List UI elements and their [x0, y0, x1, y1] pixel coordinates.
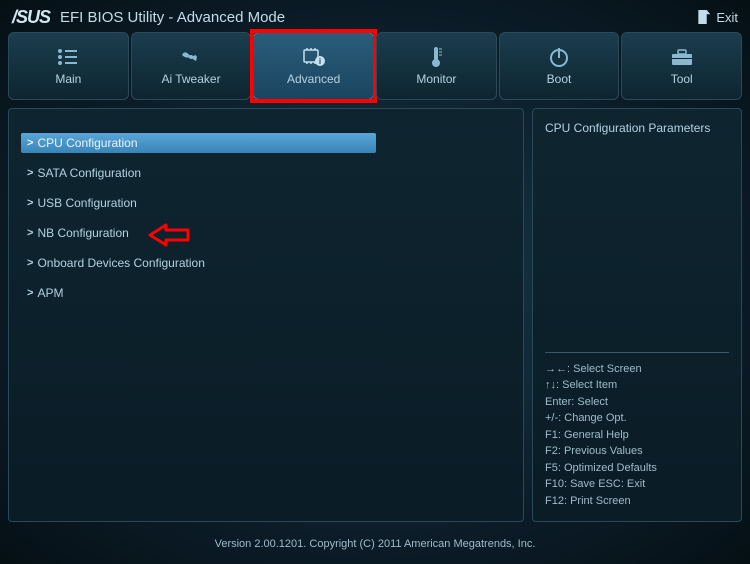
tab-bar: Main Ai Tweaker i Advanced Monitor Boot …: [0, 32, 750, 100]
svg-text:i: i: [319, 57, 321, 66]
tab-label: Advanced: [287, 72, 340, 86]
list-icon: [56, 46, 80, 68]
menu-label: CPU Configuration: [37, 136, 137, 150]
help-box: CPU Configuration Parameters →←: Select …: [532, 108, 742, 522]
tab-main[interactable]: Main: [8, 32, 129, 100]
menu-label: SATA Configuration: [37, 166, 141, 180]
help-panel: CPU Configuration Parameters →←: Select …: [532, 108, 742, 522]
menu-sata-configuration[interactable]: > SATA Configuration: [21, 163, 376, 183]
menu-nb-configuration[interactable]: > NB Configuration: [21, 223, 376, 243]
asus-logo: /SUS: [12, 7, 50, 28]
help-title: CPU Configuration Parameters: [545, 121, 729, 135]
chevron-right-icon: >: [27, 167, 33, 179]
help-key-line: +/-: Change Opt.: [545, 410, 729, 427]
tab-label: Ai Tweaker: [161, 72, 220, 86]
exit-button[interactable]: Exit: [698, 10, 738, 25]
footer-copyright: Version 2.00.1201. Copyright (C) 2011 Am…: [0, 530, 750, 558]
tab-ai-tweaker[interactable]: Ai Tweaker: [131, 32, 252, 100]
tab-monitor[interactable]: Monitor: [376, 32, 497, 100]
window-title: EFI BIOS Utility - Advanced Mode: [60, 9, 285, 26]
chevron-right-icon: >: [27, 137, 33, 149]
menu-onboard-devices-configuration[interactable]: > Onboard Devices Configuration: [21, 253, 376, 273]
menu-cpu-configuration[interactable]: > CPU Configuration: [21, 133, 376, 153]
tab-label: Monitor: [416, 72, 456, 86]
menu-label: NB Configuration: [37, 226, 128, 240]
tab-label: Main: [55, 72, 81, 86]
fan-icon: [179, 46, 203, 68]
thermometer-icon: [424, 46, 448, 68]
help-key-line: F1: General Help: [545, 427, 729, 444]
menu-apm[interactable]: > APM: [21, 283, 376, 303]
help-key-line: F12: Print Screen: [545, 493, 729, 510]
help-key-line: F10: Save ESC: Exit: [545, 476, 729, 493]
chip-info-icon: i: [302, 46, 326, 68]
help-key-line: F5: Optimized Defaults: [545, 460, 729, 477]
help-key-line: →←: Select Screen: [545, 361, 729, 378]
exit-label: Exit: [716, 10, 738, 25]
menu-panel: > CPU Configuration > SATA Configuration…: [8, 108, 524, 522]
menu-label: APM: [37, 286, 63, 300]
help-key-line: F2: Previous Values: [545, 443, 729, 460]
help-keys: →←: Select Screen ↑↓: Select Item Enter:…: [545, 344, 729, 510]
chevron-right-icon: >: [27, 227, 33, 239]
tab-boot[interactable]: Boot: [499, 32, 620, 100]
help-key-line: Enter: Select: [545, 394, 729, 411]
tab-label: Boot: [547, 72, 572, 86]
toolbox-icon: [670, 46, 694, 68]
divider: [545, 352, 729, 353]
menu-label: Onboard Devices Configuration: [37, 256, 204, 270]
content-area: > CPU Configuration > SATA Configuration…: [0, 100, 750, 530]
menu-label: USB Configuration: [37, 196, 136, 210]
chevron-right-icon: >: [27, 257, 33, 269]
exit-icon: [698, 10, 710, 24]
help-key-line: ↑↓: Select Item: [545, 377, 729, 394]
chevron-right-icon: >: [27, 197, 33, 209]
menu-usb-configuration[interactable]: > USB Configuration: [21, 193, 376, 213]
chevron-right-icon: >: [27, 287, 33, 299]
tab-advanced[interactable]: i Advanced: [253, 32, 374, 100]
power-icon: [547, 46, 571, 68]
tab-label: Tool: [671, 72, 693, 86]
header-bar: /SUS EFI BIOS Utility - Advanced Mode Ex…: [0, 0, 750, 32]
tab-tool[interactable]: Tool: [621, 32, 742, 100]
